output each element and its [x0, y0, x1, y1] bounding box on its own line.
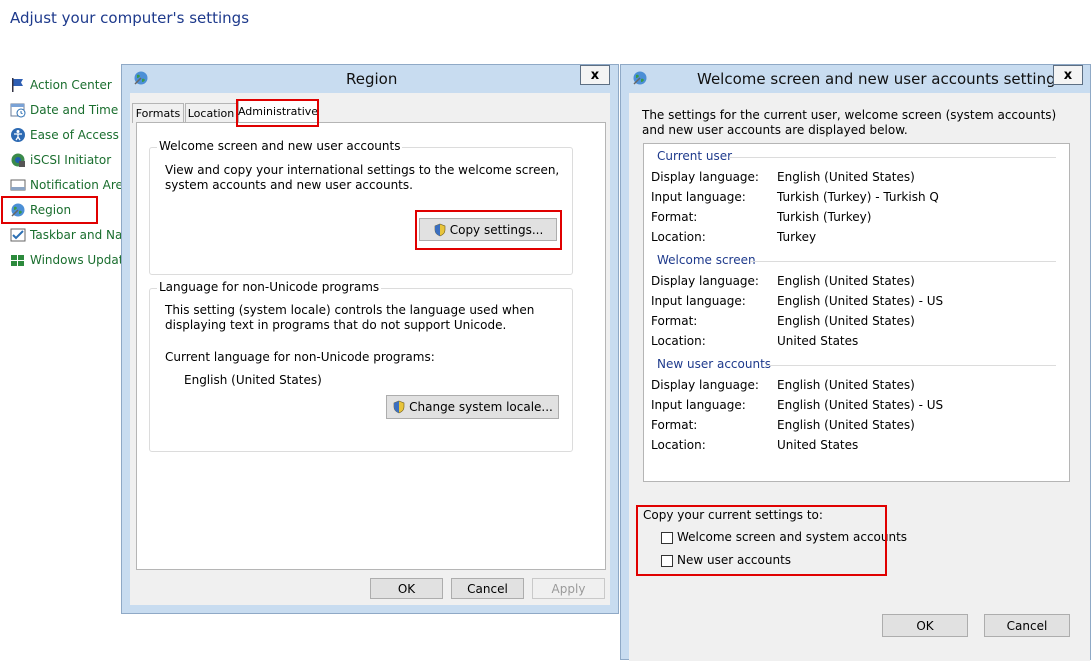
row-value: English (United States) — [777, 170, 915, 184]
row-value: English (United States) - US — [777, 398, 944, 412]
taskbar-icon — [10, 227, 26, 243]
copy-settings-label: Copy settings... — [449, 222, 544, 237]
section-title-current-user: Current user — [657, 149, 733, 163]
globe-icon — [133, 70, 149, 89]
row-value: English (United States) — [777, 378, 915, 392]
sidebar-item-label: Region — [30, 203, 72, 217]
sidebar-item-label: Notification Area — [30, 178, 131, 192]
welcome-dialog-title: Welcome screen and new user accounts set… — [697, 70, 1064, 88]
new-user-accounts-checkbox-label[interactable]: New user accounts — [677, 553, 791, 568]
welcome-close-button[interactable]: x — [1053, 65, 1083, 85]
row-value: English (United States) - US — [777, 294, 944, 308]
tab-label: Location — [187, 107, 235, 120]
sidebar-item-label: iSCSI Initiator — [30, 153, 112, 167]
row-label: Format: — [651, 314, 698, 328]
row-label: Format: — [651, 418, 698, 432]
region-cancel-button[interactable]: Cancel — [451, 578, 524, 599]
region-close-button[interactable]: x — [580, 65, 610, 85]
globe-icon — [632, 70, 648, 89]
clock-icon — [10, 102, 26, 118]
sidebar-item-action-center[interactable]: Action Center — [10, 75, 112, 95]
section-divider — [766, 365, 1056, 366]
section-divider — [750, 261, 1056, 262]
row-value: Turkish (Turkey) - Turkish Q — [777, 190, 939, 204]
change-system-locale-label: Change system locale... — [409, 400, 553, 414]
row-value: Turkish (Turkey) — [777, 210, 872, 224]
iscsi-icon — [10, 152, 26, 168]
current-language-value: English (United States) — [184, 373, 322, 387]
non-unicode-description: This setting (system locale) controls th… — [165, 303, 535, 332]
welcome-cancel-button[interactable]: Cancel — [984, 614, 1070, 637]
region-dialog-body: Formats Location Administrative Welcome … — [130, 93, 610, 605]
sidebar-item-label: Action Center — [30, 78, 112, 92]
row-value: Turkey — [777, 230, 817, 244]
page-title: Adjust your computer's settings — [10, 9, 250, 27]
row-label: Display language: — [651, 274, 759, 288]
sidebar-item-date-and-time[interactable]: Date and Time — [10, 100, 118, 120]
copy-settings-to-label: Copy your current settings to: — [643, 508, 823, 522]
tab-administrative[interactable]: Administrative — [238, 99, 318, 123]
section-title-new-user-accounts: New user accounts — [657, 357, 772, 371]
tab-label: Administrative — [237, 105, 319, 118]
settings-summary-panel: Current user Display language: English (… — [643, 143, 1070, 482]
windows-update-icon — [10, 252, 26, 268]
region-ok-button[interactable]: OK — [370, 578, 443, 599]
region-dialog-title: Region — [346, 70, 398, 88]
row-label: Format: — [651, 210, 698, 224]
sidebar-item-iscsi-initiator[interactable]: iSCSI Initiator — [10, 150, 111, 170]
administrative-panel: Welcome screen and new user accounts Vie… — [136, 122, 606, 570]
welcome-title-bar[interactable]: Welcome screen and new user accounts set… — [621, 65, 1090, 93]
globe-icon — [10, 202, 26, 218]
welcome-screen-checkbox[interactable] — [661, 532, 673, 544]
row-label: Location: — [651, 334, 706, 348]
tab-formats[interactable]: Formats — [132, 103, 184, 123]
region-dialog: Region x Formats Location Administrative… — [121, 64, 619, 614]
tab-location[interactable]: Location — [185, 103, 237, 123]
row-value: English (United States) — [777, 274, 915, 288]
welcome-screen-checkbox-label[interactable]: Welcome screen and system accounts — [677, 530, 907, 545]
close-icon: x — [1063, 67, 1073, 83]
notification-area-icon — [10, 177, 26, 193]
copy-settings-button[interactable]: Copy settings... — [419, 218, 557, 241]
sidebar-item-label: Date and Time — [30, 103, 119, 117]
region-apply-button[interactable]: Apply — [532, 578, 605, 599]
uac-shield-icon — [433, 223, 447, 237]
section-divider — [729, 157, 1056, 158]
current-language-label: Current language for non-Unicode program… — [165, 350, 435, 364]
row-value: United States — [777, 334, 859, 348]
ease-of-access-icon — [10, 127, 26, 143]
row-label: Input language: — [651, 190, 746, 204]
welcome-dialog-body: The settings for the current user, welco… — [629, 93, 1090, 661]
tab-label: Formats — [135, 107, 181, 120]
sidebar-item-windows-update[interactable]: Windows Update — [10, 250, 131, 270]
change-system-locale-button[interactable]: Change system locale... — [386, 395, 559, 419]
welcome-screen-group-label: Welcome screen and new user accounts — [157, 139, 403, 153]
sidebar-item-notification-area[interactable]: Notification Area — [10, 175, 130, 195]
welcome-settings-dialog: Welcome screen and new user accounts set… — [620, 64, 1091, 661]
row-label: Input language: — [651, 398, 746, 412]
sidebar-item-region[interactable]: Region — [10, 200, 71, 220]
welcome-intro-text: The settings for the current user, welco… — [642, 108, 1057, 137]
sidebar-item-label: Windows Update — [30, 253, 131, 267]
row-value: United States — [777, 438, 859, 452]
sidebar-item-label: Taskbar and Navi — [30, 228, 133, 242]
row-value: English (United States) — [777, 418, 915, 432]
row-label: Display language: — [651, 378, 759, 392]
sidebar-item-taskbar-and-navigation[interactable]: Taskbar and Navi — [10, 225, 133, 245]
row-label: Display language: — [651, 170, 759, 184]
uac-shield-icon — [392, 400, 406, 414]
welcome-screen-description: View and copy your international setting… — [165, 163, 560, 192]
sidebar-item-ease-of-access[interactable]: Ease of Access Ce — [10, 125, 138, 145]
non-unicode-group-label: Language for non-Unicode programs — [157, 280, 382, 294]
welcome-ok-button[interactable]: OK — [882, 614, 968, 637]
row-label: Location: — [651, 438, 706, 452]
region-title-bar[interactable]: Region — [122, 65, 618, 93]
section-title-welcome-screen: Welcome screen — [657, 253, 756, 267]
close-icon: x — [590, 67, 600, 83]
row-value: English (United States) — [777, 314, 915, 328]
flag-icon — [10, 77, 26, 93]
new-user-accounts-checkbox[interactable] — [661, 555, 673, 567]
row-label: Location: — [651, 230, 706, 244]
row-label: Input language: — [651, 294, 746, 308]
